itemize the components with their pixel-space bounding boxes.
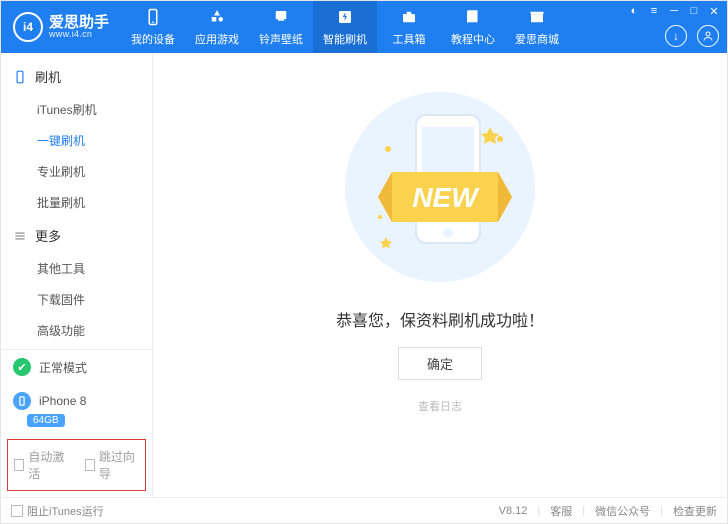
account-button[interactable] [697, 25, 719, 47]
success-illustration: NEW [340, 87, 540, 287]
svg-text:NEW: NEW [412, 182, 480, 213]
main-panel: NEW 恭喜您，保资料刷机成功啦！ 确定 查看日志 [153, 53, 727, 497]
checkbox-label: 跳过向导 [99, 448, 139, 482]
nav-my-device[interactable]: 我的设备 [121, 1, 185, 53]
flash-icon [335, 7, 355, 27]
app-url: www.i4.cn [49, 30, 109, 39]
book-icon [463, 7, 483, 27]
sidebar-item-other-tools[interactable]: 其他工具 [1, 253, 152, 284]
group-title: 刷机 [35, 67, 61, 86]
phone-icon [13, 70, 27, 84]
music-icon [271, 7, 291, 27]
close-button[interactable]: ✕ [707, 4, 721, 18]
sidebar-item-itunes-flash[interactable]: iTunes刷机 [1, 94, 152, 125]
sidebar-item-pro-flash[interactable]: 专业刷机 [1, 156, 152, 187]
nav-flash[interactable]: 智能刷机 [313, 1, 377, 53]
nav-tutorial[interactable]: 教程中心 [441, 1, 505, 53]
status-icon: ✔ [13, 358, 31, 376]
app-logo: i4 爱思助手 www.i4.cn [1, 1, 121, 53]
body: 刷机 iTunes刷机 一键刷机 专业刷机 批量刷机 更多 其他工具 下载固件 … [1, 53, 727, 497]
window-controls: ◐ ≡ ─ □ ✕ [627, 4, 721, 18]
nav-toolbox[interactable]: 工具箱 [377, 1, 441, 53]
device-mode-label: 正常模式 [39, 359, 87, 376]
device-info[interactable]: iPhone 8 [1, 384, 152, 412]
checkbox-icon [11, 505, 23, 517]
checkbox-label: 阻止iTunes运行 [27, 503, 104, 519]
sidebar-item-oneclick-flash[interactable]: 一键刷机 [1, 125, 152, 156]
sidebar-item-batch-flash[interactable]: 批量刷机 [1, 187, 152, 218]
confirm-button[interactable]: 确定 [398, 347, 482, 380]
sidebar: 刷机 iTunes刷机 一键刷机 专业刷机 批量刷机 更多 其他工具 下载固件 … [1, 53, 153, 497]
statusbar: 阻止iTunes运行 V8.12 | 客服 | 微信公众号 | 检查更新 [1, 497, 727, 523]
separator: | [582, 505, 585, 517]
highlight-box: 自动激活 跳过向导 [7, 439, 146, 491]
nav-ringtone[interactable]: 铃声壁纸 [249, 1, 313, 53]
support-link[interactable]: 客服 [550, 503, 572, 519]
checkbox-icon [14, 459, 24, 471]
nav-label: 应用游戏 [195, 31, 239, 47]
checkbox-auto-activate[interactable]: 自动激活 [14, 448, 69, 482]
skin-button[interactable]: ◐ [627, 4, 641, 18]
separator: | [660, 505, 663, 517]
maximize-button[interactable]: □ [687, 4, 701, 18]
minimize-button[interactable]: ─ [667, 4, 681, 18]
titlebar: i4 爱思助手 www.i4.cn 我的设备 应用游戏 铃声壁纸 智能刷机 [1, 1, 727, 53]
app-name: 爱思助手 [49, 15, 109, 30]
apps-icon [207, 7, 227, 27]
menu-button[interactable]: ≡ [647, 4, 661, 18]
phone-icon [143, 7, 163, 27]
nav-label: 工具箱 [393, 31, 426, 47]
sidebar-bottom: ✔ 正常模式 iPhone 8 64GB [1, 349, 152, 435]
checkbox-label: 自动激活 [28, 448, 68, 482]
toolbox-icon [399, 7, 419, 27]
nav-store[interactable]: 爱思商城 [505, 1, 569, 53]
version-label: V8.12 [499, 505, 528, 517]
nav-label: 铃声壁纸 [259, 31, 303, 47]
nav-label: 教程中心 [451, 31, 495, 47]
sidebar-group-flash: 刷机 [1, 59, 152, 94]
device-mode[interactable]: ✔ 正常模式 [1, 350, 152, 384]
sidebar-item-firmware[interactable]: 下载固件 [1, 284, 152, 315]
checkbox-icon [85, 459, 95, 471]
success-message: 恭喜您，保资料刷机成功啦！ [336, 307, 544, 331]
nav-label: 我的设备 [131, 31, 175, 47]
logo-icon: i4 [13, 12, 43, 42]
store-icon [527, 7, 547, 27]
group-title: 更多 [35, 226, 61, 245]
view-log-link[interactable]: 查看日志 [418, 398, 462, 414]
list-icon [13, 229, 27, 243]
wechat-link[interactable]: 微信公众号 [595, 503, 650, 519]
update-link[interactable]: 检查更新 [673, 503, 717, 519]
nav-label: 智能刷机 [323, 31, 367, 47]
nav-apps[interactable]: 应用游戏 [185, 1, 249, 53]
separator: | [537, 505, 540, 517]
sidebar-group-more: 更多 [1, 218, 152, 253]
device-storage-badge: 64GB [27, 414, 65, 427]
download-button[interactable]: ↓ [665, 25, 687, 47]
app-window: i4 爱思助手 www.i4.cn 我的设备 应用游戏 铃声壁纸 智能刷机 [0, 0, 728, 524]
nav-label: 爱思商城 [515, 31, 559, 47]
device-icon [13, 392, 31, 410]
header-right: ↓ [665, 25, 719, 47]
checkbox-skip-guide[interactable]: 跳过向导 [85, 448, 140, 482]
sidebar-item-advanced[interactable]: 高级功能 [1, 315, 152, 346]
checkbox-block-itunes[interactable]: 阻止iTunes运行 [11, 503, 104, 519]
device-name: iPhone 8 [39, 394, 86, 408]
